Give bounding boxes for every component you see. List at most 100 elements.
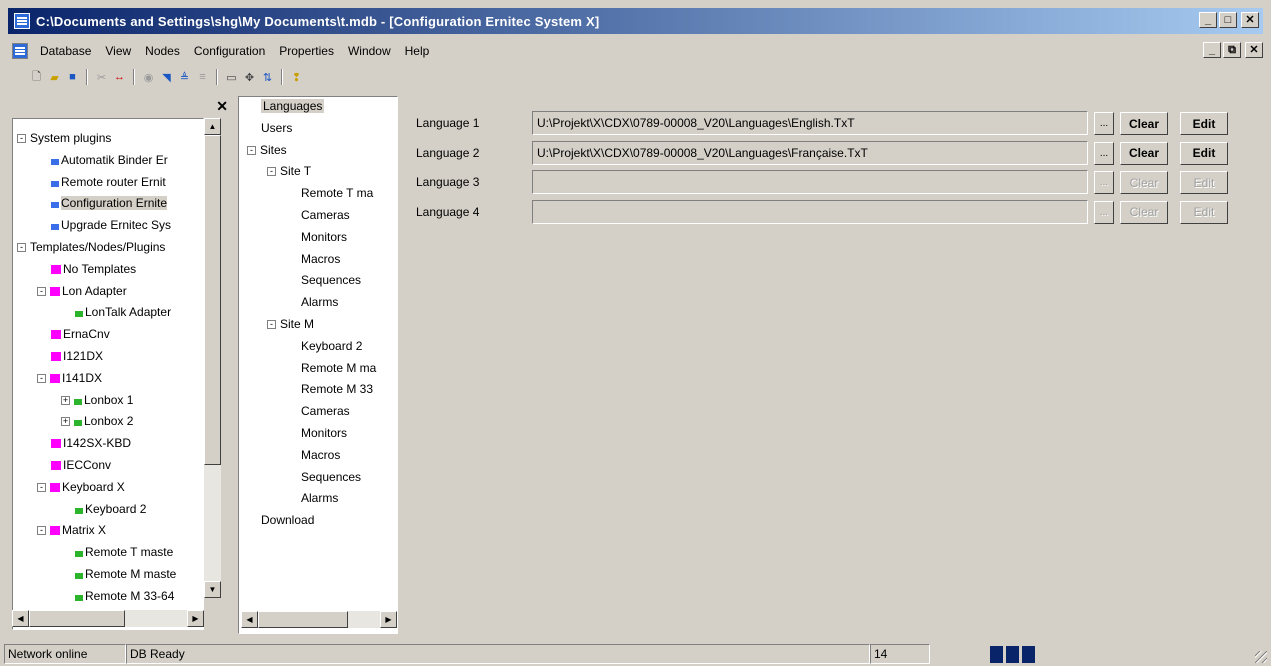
configuration-tree[interactable]: ◀ ▶ Languages Users - Sites - Site T Remote T … [238, 96, 398, 634]
cut-icon[interactable]: ✂ [93, 69, 110, 86]
resize-grip[interactable] [1255, 651, 1267, 663]
language-path-field[interactable] [532, 170, 1088, 194]
save-icon[interactable]: ■ [64, 69, 81, 86]
scroll-thumb[interactable] [204, 135, 221, 465]
collapse-icon[interactable]: - [37, 482, 46, 492]
tree-node[interactable]: - Site M [267, 314, 314, 335]
tree-node[interactable]: Remote T maste [75, 542, 173, 563]
move-icon[interactable]: ✥ [241, 69, 258, 86]
vertical-scrollbar[interactable]: ▲ ▼ [204, 118, 221, 598]
find-icon[interactable]: ◥ [158, 69, 175, 86]
tree-node[interactable]: Sequences [301, 270, 361, 291]
tree-node[interactable]: Remote M maste [75, 564, 176, 585]
close-panel-icon[interactable]: ✕ [216, 98, 228, 115]
collapse-icon[interactable]: - [37, 526, 46, 536]
collapse-icon[interactable]: - [37, 373, 46, 383]
menu-configuration[interactable]: Configuration [187, 44, 272, 58]
tree-node[interactable]: I121DX [51, 346, 103, 367]
clear-button[interactable]: Clear [1120, 200, 1168, 224]
tree-node[interactable]: - Site T [267, 161, 311, 182]
menu-nodes[interactable]: Nodes [138, 44, 187, 58]
tree-node[interactable]: Download [261, 510, 314, 531]
tree-node[interactable]: Automatik Binder Er [51, 150, 168, 171]
tree-node[interactable]: Configuration Ernite [51, 193, 168, 214]
sort-icon[interactable]: ⇅ [259, 69, 276, 86]
tree-node[interactable]: IECConv [51, 455, 111, 476]
tree-node[interactable]: Languages [261, 96, 325, 117]
tree-node[interactable]: ErnaCnv [51, 324, 110, 345]
language-path-field[interactable]: U:\Projekt\X\CDX\0789-00008_V20\Language… [532, 111, 1088, 135]
tree-node[interactable]: - Matrix X [37, 520, 106, 541]
tree-node[interactable]: Cameras [301, 401, 350, 422]
scroll-right-button[interactable]: ▶ [380, 611, 397, 628]
menu-help[interactable]: Help [398, 44, 437, 58]
tree-node[interactable]: Macros [301, 249, 340, 270]
language-path-field[interactable]: U:\Projekt\X\CDX\0789-00008_V20\Language… [532, 140, 1088, 165]
browse-button[interactable]: ... [1094, 200, 1114, 224]
doc-restore-button[interactable]: ⧉ [1223, 42, 1241, 58]
tree-node[interactable]: Remote M 33-64 [75, 586, 174, 607]
scroll-down-button[interactable]: ▼ [204, 581, 221, 598]
browse-button[interactable]: ... [1094, 141, 1114, 165]
language-path-field[interactable] [532, 199, 1088, 224]
tree-node[interactable]: Keyboard 2 [301, 336, 362, 357]
tree-node[interactable]: Remote router Ernit [51, 172, 166, 193]
browse-button[interactable]: ... [1094, 112, 1114, 135]
expand-icon[interactable]: + [61, 395, 70, 405]
collapse-icon[interactable]: - [247, 145, 256, 155]
tree-node[interactable]: Sequences [301, 467, 361, 488]
clear-button[interactable]: Clear [1120, 171, 1168, 194]
collapse-icon[interactable]: - [267, 320, 276, 329]
horizontal-scrollbar[interactable]: ◀ ▶ [241, 611, 397, 628]
tree-node[interactable]: Macros [301, 445, 340, 466]
scroll-thumb[interactable] [29, 610, 125, 627]
tree-node[interactable]: + Lonbox 2 [61, 411, 133, 432]
tree-node[interactable]: No Templates [51, 259, 136, 280]
plugins-tree[interactable]: - System plugins Automatik Binder Er Remote… [12, 118, 204, 630]
close-button[interactable]: ✕ [1241, 12, 1259, 28]
scroll-left-button[interactable]: ◀ [241, 611, 258, 628]
edit-button[interactable]: Edit [1180, 200, 1228, 224]
menu-view[interactable]: View [98, 44, 138, 58]
horizontal-scrollbar[interactable]: ◀ ▶ [12, 610, 204, 627]
scroll-thumb[interactable] [258, 611, 348, 628]
clear-button[interactable]: Clear [1120, 112, 1168, 135]
tree-node[interactable]: - Sites [247, 140, 287, 161]
list-icon[interactable]: ≡ [194, 69, 211, 86]
tree-node[interactable]: - I141DX [37, 368, 102, 389]
align-icon[interactable]: ≜ [176, 69, 193, 86]
collapse-icon[interactable]: - [267, 167, 276, 177]
tree-node[interactable]: Cameras [301, 205, 350, 226]
edit-button[interactable]: Edit [1180, 171, 1228, 194]
doc-close-button[interactable]: ✕ [1245, 42, 1263, 58]
collapse-icon[interactable]: - [17, 134, 26, 143]
tree-node[interactable]: Users [261, 118, 292, 139]
tree-node[interactable]: I142SX-KBD [51, 433, 131, 454]
app-icon[interactable] [14, 13, 30, 29]
tree-node[interactable]: Remote M 33 [301, 379, 373, 400]
collapse-icon[interactable]: - [37, 286, 46, 296]
menu-database[interactable]: Database [33, 44, 98, 58]
tree-node[interactable]: Alarms [301, 488, 338, 509]
menu-window[interactable]: Window [341, 44, 398, 58]
minimize-button[interactable]: _ [1199, 12, 1217, 28]
open-icon[interactable]: ▰ [46, 69, 63, 86]
collapse-icon[interactable]: - [17, 243, 26, 252]
tree-node[interactable]: Alarms [301, 292, 338, 313]
tree-node[interactable]: Upgrade Ernitec Sys [51, 215, 171, 236]
view-icon[interactable]: ◉ [140, 69, 157, 86]
tree-node[interactable]: Keyboard 2 [75, 499, 146, 520]
scroll-right-button[interactable]: ▶ [187, 610, 204, 627]
scroll-left-button[interactable]: ◀ [12, 610, 29, 627]
window-icon[interactable]: ▭ [223, 69, 240, 86]
menu-properties[interactable]: Properties [272, 44, 341, 58]
maximize-button[interactable]: □ [1219, 12, 1237, 28]
tree-node[interactable]: - System plugins [17, 128, 111, 149]
link-icon[interactable]: ↔ [111, 69, 128, 86]
tree-node[interactable]: Monitors [301, 423, 347, 444]
clear-button[interactable]: Clear [1120, 141, 1168, 165]
expand-icon[interactable]: + [61, 417, 70, 427]
tree-node[interactable]: - Templates/Nodes/Plugins [17, 237, 165, 258]
doc-minimize-button[interactable]: _ [1203, 42, 1221, 58]
tree-node[interactable]: LonTalk Adapter [75, 302, 171, 323]
